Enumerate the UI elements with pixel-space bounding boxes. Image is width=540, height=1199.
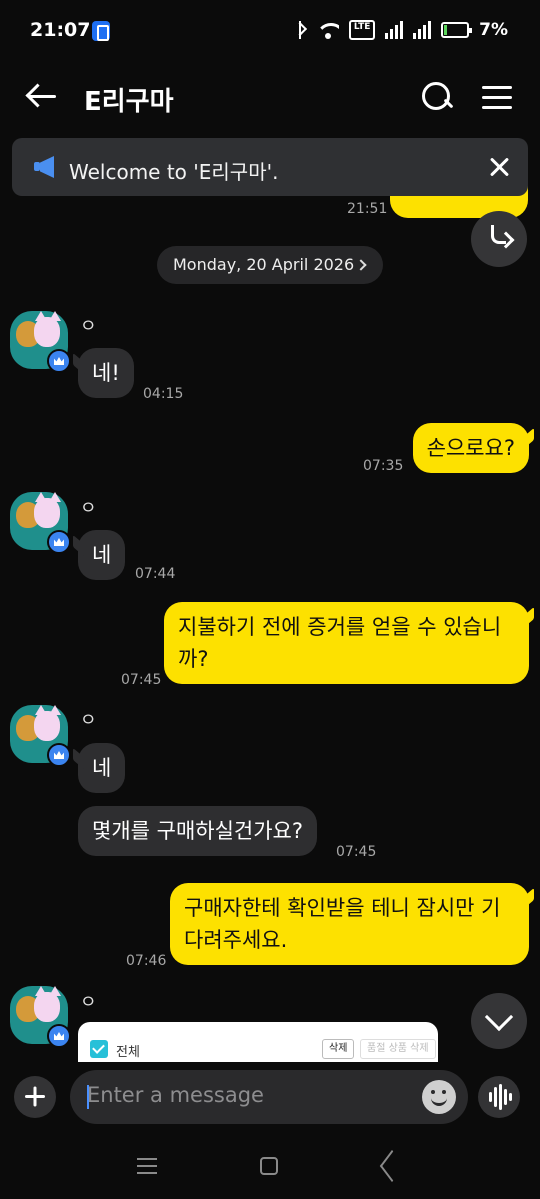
app-notification-icon [92, 21, 110, 41]
bluetooth-icon [293, 20, 307, 40]
avatar[interactable] [10, 705, 71, 767]
crown-icon [47, 1024, 71, 1048]
status-icons: LTE 7% [293, 20, 508, 40]
recent-apps-icon[interactable] [137, 1158, 157, 1174]
search-icon[interactable] [420, 80, 454, 114]
crown-icon [47, 349, 71, 373]
message-input[interactable]: Enter a message [70, 1070, 468, 1124]
outgoing-message[interactable]: 구매자한테 확인받을 테니 잠시만 기 다려주세요. [170, 883, 529, 965]
outgoing-message[interactable]: 지불하기 전에 증거를 얻을 수 있습니 까? [164, 602, 529, 684]
emoji-icon[interactable] [422, 1080, 456, 1114]
megaphone-icon [34, 156, 56, 178]
chevron-down-icon [484, 1002, 514, 1032]
crown-icon [47, 743, 71, 767]
incoming-message[interactable]: 몇개를 구매하실건가요? [78, 806, 318, 856]
message-time: 07:46 [126, 953, 167, 969]
date-label: Monday, 20 April 2026 [173, 255, 355, 274]
message-input-bar: Enter a message [0, 1062, 540, 1134]
plus-icon[interactable] [14, 1076, 56, 1118]
incoming-message[interactable]: 네 [78, 743, 126, 793]
card-all-label: 전체 [116, 1045, 140, 1060]
reply-icon [489, 225, 511, 251]
scroll-to-bottom-button[interactable] [471, 993, 527, 1049]
battery-icon [441, 22, 473, 38]
sender-name: ㅇ [80, 710, 97, 731]
chat-title: E리구마 [84, 87, 174, 117]
sender-name: ㅇ [80, 498, 97, 519]
chevron-right-icon [355, 259, 367, 271]
system-nav-bar [0, 1134, 540, 1199]
status-time: 21:07 [30, 19, 91, 41]
message-time: 07:45 [336, 844, 377, 860]
card-delete-label: 삭제 [322, 1039, 355, 1059]
notice-banner[interactable]: Welcome to 'E리구마'. [12, 138, 528, 196]
chat-header: E리구마 [0, 62, 540, 132]
crown-icon [47, 530, 71, 554]
date-divider[interactable]: Monday, 20 April 2026 [157, 246, 383, 284]
message-time: 07:35 [363, 458, 404, 474]
checkbox-icon [90, 1040, 108, 1058]
incoming-message[interactable]: 네 [78, 530, 126, 580]
avatar[interactable] [10, 311, 71, 373]
signal-icon-2 [413, 21, 432, 39]
card-delete-soldout-label: 품절 상품 삭제 [360, 1039, 436, 1059]
close-icon[interactable] [488, 156, 510, 178]
back-arrow-icon[interactable] [26, 82, 58, 110]
jump-reply-button[interactable] [471, 211, 527, 267]
outgoing-message[interactable]: 손으로요? [412, 423, 529, 473]
status-bar: 21:07 LTE 7% [0, 0, 540, 62]
battery-percent: 7% [479, 20, 508, 40]
avatar[interactable] [10, 986, 71, 1048]
image-message-card[interactable]: 전체 삭제 품절 상품 삭제 [78, 1022, 438, 1062]
message-time: 07:44 [135, 566, 176, 582]
message-time: 07:45 [121, 672, 162, 688]
notice-text: Welcome to 'E리구마'. [69, 160, 279, 184]
signal-icon [385, 21, 404, 39]
avatar[interactable] [10, 492, 71, 554]
home-icon[interactable] [260, 1157, 278, 1175]
sender-name: ㅇ [80, 316, 97, 337]
voice-icon[interactable] [478, 1076, 520, 1118]
message-input-placeholder: Enter a message [87, 1083, 264, 1107]
incoming-message[interactable]: 네! [78, 348, 134, 398]
back-icon[interactable] [379, 1149, 405, 1183]
wifi-icon [317, 21, 339, 39]
hamburger-menu-icon[interactable] [482, 84, 512, 110]
volte-icon: LTE [349, 20, 376, 40]
message-time: 04:15 [143, 386, 184, 402]
sender-name: ㅇ [80, 992, 97, 1013]
message-time: 21:51 [347, 201, 388, 217]
